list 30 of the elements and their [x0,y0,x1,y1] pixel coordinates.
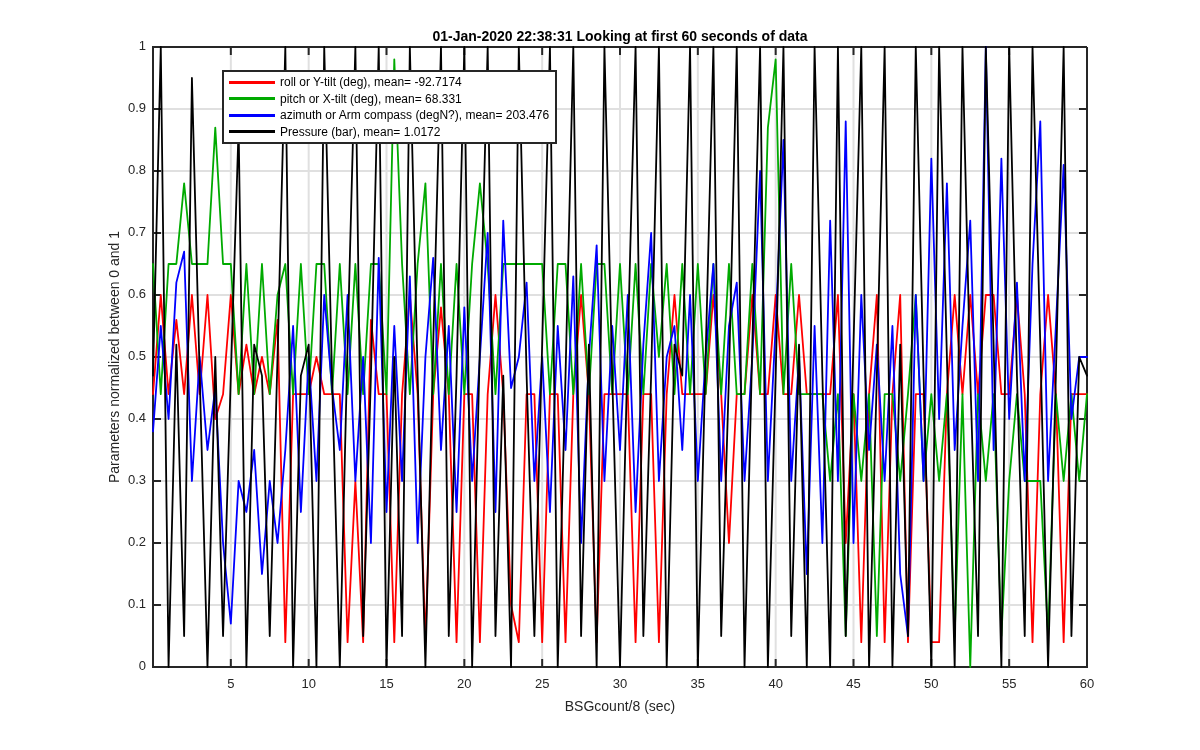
legend-label: roll or Y-tilt (deg), mean= -92.7174 [280,75,462,90]
axis-label: Parameters normalized between 0 and 1 [106,230,122,484]
tick-label: 0.5 [127,348,146,364]
axis-label: BSGcount/8 (sec) [564,699,676,714]
tick-label: 55 [1001,676,1017,692]
tick-label: 0.8 [127,162,146,178]
tick-label: 35 [690,676,706,692]
chart-title: 01-Jan-2020 22:38:31 Looking at first 60 seconds of data [432,29,808,44]
tick-label: 60 [1079,676,1095,692]
tick-label: 45 [846,676,861,692]
legend-label: azimuth or Arm compass (degN?), mean= 203.476 [280,108,550,123]
tick-label: 0.4 [127,410,146,426]
tick-label: 1 [138,38,146,54]
tick-label: 30 [612,676,628,692]
tick-label: 25 [534,676,550,692]
legend-label: pitch or X-tilt (deg), mean= 68.331 [280,91,462,106]
tick-label: 0.2 [127,534,146,550]
tick-label: 20 [457,676,472,692]
tick-label: 0.3 [127,472,146,488]
tick-label: 50 [924,676,939,692]
tick-label: 0.7 [127,224,146,240]
tick-label: 40 [768,676,783,692]
tick-label: 0.9 [127,100,146,116]
tick-label: 5 [227,676,235,692]
legend-label: Pressure (bar), mean= 1.0172 [280,124,441,139]
tick-label: 15 [379,676,394,692]
tick-label: 0.1 [127,596,146,612]
tick-label: 0.6 [127,286,146,302]
tick-label: 0 [138,658,146,674]
tick-label: 10 [301,676,316,692]
